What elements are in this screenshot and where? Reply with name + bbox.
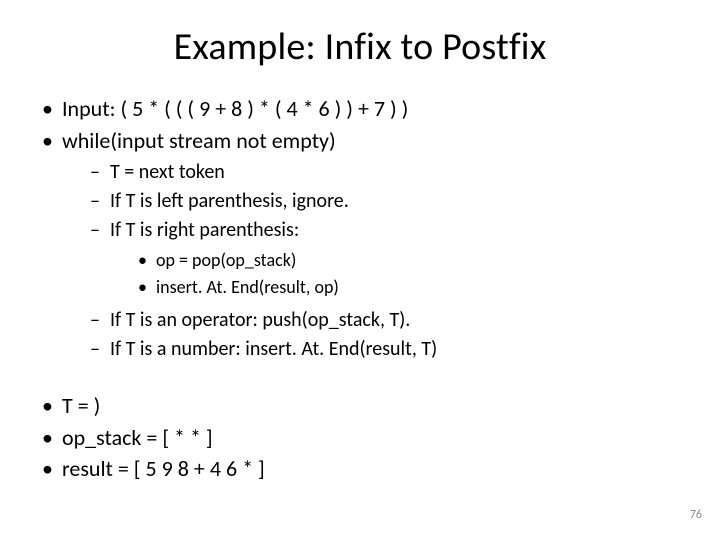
sub-left-paren: If T is left parenthesis, ignore. (90, 188, 680, 215)
slide-title: Example: Infix to Postfix (40, 24, 680, 70)
slide: Example: Infix to Postfix Input: ( 5 * (… (0, 0, 720, 540)
subsub-insert-op-text: insert. At. End(result, op) (156, 276, 339, 298)
bullet-input-text: Input: ( 5 * ( ( ( 9 + 8 ) * ( 4 * 6 ) )… (62, 95, 408, 122)
sub-next-token-text: T = next token (110, 160, 225, 184)
bullet-opstack: op_stack = [ * * ] (40, 423, 680, 453)
sub-right-paren: If T is right parenthesis: op = pop(op_s… (90, 217, 680, 299)
right-paren-sublist: op = pop(op_stack) insert. At. End(resul… (138, 248, 680, 299)
subsub-pop-text: op = pop(op_stack) (156, 249, 296, 271)
sub-right-paren-text: If T is right parenthesis: (110, 218, 299, 242)
sub-number: If T is a number: insert. At. End(result… (90, 336, 680, 363)
subsub-pop: op = pop(op_stack) (138, 248, 680, 272)
bullet-token-text: T = ) (62, 392, 100, 419)
page-number: 76 (690, 508, 702, 522)
bullet-while: while(input stream not empty) T = next t… (40, 126, 680, 363)
subsub-insert-op: insert. At. End(result, op) (138, 275, 680, 299)
bullet-opstack-text: op_stack = [ * * ] (62, 424, 213, 451)
sub-operator: If T is an operator: push(op_stack, T). (90, 307, 680, 334)
bullet-input: Input: ( 5 * ( ( ( 9 + 8 ) * ( 4 * 6 ) )… (40, 94, 680, 124)
state-list: T = ) op_stack = [ * * ] result = [ 5 9 … (40, 391, 680, 484)
sub-left-paren-text: If T is left parenthesis, ignore. (110, 189, 349, 213)
spacer (40, 371, 680, 389)
bullet-while-text: while(input stream not empty) (62, 127, 336, 154)
bullet-token: T = ) (40, 391, 680, 421)
bullet-result: result = [ 5 9 8 + 4 6 * ] (40, 454, 680, 484)
bullet-result-text: result = [ 5 9 8 + 4 6 * ] (62, 455, 265, 482)
sub-number-text: If T is a number: insert. At. End(result… (110, 337, 437, 361)
sub-operator-text: If T is an operator: push(op_stack, T). (110, 308, 410, 332)
while-sublist: T = next token If T is left parenthesis,… (90, 159, 680, 363)
bullet-list: Input: ( 5 * ( ( ( 9 + 8 ) * ( 4 * 6 ) )… (40, 94, 680, 363)
sub-next-token: T = next token (90, 159, 680, 186)
